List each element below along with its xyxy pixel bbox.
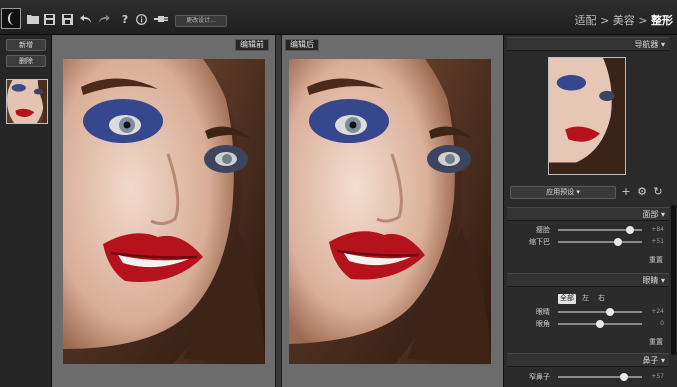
gear-icon[interactable]: ⚙ [636,185,648,198]
slider-thumb[interactable] [606,308,615,316]
undo-icon[interactable] [80,14,94,26]
eyes-title: 眼睛 [642,276,659,285]
after-photo[interactable] [289,59,491,364]
slider-label: 瘦脸 [536,226,550,234]
slider-label: 眼睛 [536,308,550,316]
slider-value: 0 [660,320,664,327]
breadcrumb-separator: > [638,14,648,27]
face-reset-button[interactable]: 重置 [649,255,663,265]
slider-thumb[interactable] [614,238,623,246]
slider-row: 窄鼻子 +57 [504,372,669,382]
slider-thumb[interactable] [619,373,628,381]
compare-divider[interactable] [275,35,282,387]
breadcrumb: 适配 > 美容 > 整形 [575,12,673,28]
before-photo[interactable] [63,59,265,364]
adjustments-panel: 导航器 ▾ 应用预设 ▾ + ⚙ ↻ 面部 ▾ 瘦脸 +84 缩下巴 +51 重… [503,35,677,387]
navigator-header[interactable]: 导航器 ▾ [507,37,669,51]
breadcrumb-separator: > [600,14,610,27]
save-icon[interactable] [44,14,58,26]
apply-preset-dropdown[interactable]: 应用预设 ▾ [510,186,616,199]
slider-row: 瘦脸 +84 [504,225,669,235]
panel-scrollbar[interactable] [671,205,676,355]
slider-row: 缩下巴 +51 [504,237,669,247]
breadcrumb-current: 整形 [651,14,673,27]
slider-value: +51 [651,238,664,245]
save-as-icon[interactable] [62,14,76,26]
eye-mode-all[interactable]: 全部 [558,294,576,304]
help-icon[interactable]: ? [118,14,132,26]
plugin-icon[interactable] [154,14,168,26]
slider-track[interactable] [558,311,642,313]
add-preset-icon[interactable]: + [620,185,632,198]
after-label: 编辑后 [285,39,319,51]
image-list-panel: 新增 删除 [0,35,52,387]
add-image-button[interactable]: 新增 [6,39,46,51]
eye-mode-left[interactable]: 左 [582,294,589,304]
eyes-reset-button[interactable]: 重置 [649,337,663,347]
redo-icon[interactable] [98,14,112,26]
logo-icon[interactable] [1,8,21,29]
delete-image-button[interactable]: 删除 [6,55,46,67]
face-title: 面部 [642,210,659,219]
slider-label: 窄鼻子 [529,373,550,381]
before-pane: 编辑前 [52,35,275,387]
slider-thumb[interactable] [596,320,604,328]
info-icon[interactable] [136,14,150,26]
preset-label: 应用预设 [546,188,575,196]
change-design-button[interactable]: 更改设计... [175,15,227,27]
top-toolbar: ? 更改设计... 适配 > 美容 > 整形 [0,0,677,35]
navigator-preview[interactable] [548,57,626,175]
refresh-icon[interactable]: ↻ [652,185,664,198]
eyes-section-header[interactable]: 眼睛 ▾ [507,273,669,287]
nose-title: 鼻子 [642,356,659,365]
slider-row: 眼角 0 [504,319,669,329]
slider-label: 眼角 [536,320,550,328]
navigator-title: 导航器 [634,40,659,49]
after-pane: 编辑后 [282,35,503,387]
breadcrumb-item-adapt[interactable]: 适配 [575,14,597,27]
eye-mode-right[interactable]: 右 [598,294,605,304]
before-label: 编辑前 [235,39,269,51]
slider-value: +57 [651,373,664,380]
slider-value: +24 [651,308,664,315]
image-thumbnail[interactable] [6,79,48,124]
face-section-header[interactable]: 面部 ▾ [507,207,669,221]
slider-label: 缩下巴 [529,238,550,246]
slider-track[interactable] [558,241,642,243]
breadcrumb-item-beauty[interactable]: 美容 [613,14,635,27]
slider-thumb[interactable] [626,226,635,234]
slider-value: +84 [651,226,664,233]
slider-row: 眼睛 +24 [504,307,669,317]
slider-track[interactable] [558,376,642,378]
open-folder-icon[interactable] [27,14,41,26]
nose-section-header[interactable]: 鼻子 ▾ [507,353,669,367]
